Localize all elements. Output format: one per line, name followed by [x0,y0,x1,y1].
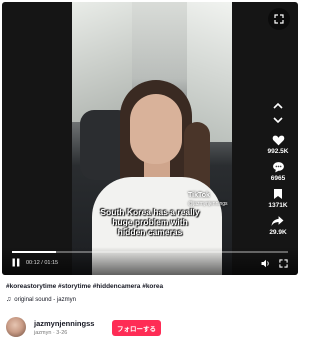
person-face [130,94,182,164]
controls-left: 00:12 / 01:15 [12,258,58,267]
fullscreen-icon[interactable] [279,259,288,268]
watermark-brand: TikTok [188,192,210,199]
prev-video-button[interactable] [273,102,283,110]
share-count: 29.9K [269,229,287,236]
play-pause-icon[interactable] [12,258,20,267]
tiktok-watermark: TikTok @jazmynjennings [188,192,228,208]
car-window-right [187,2,232,142]
video-caption: South Korea has a really huge problem wi… [100,207,200,237]
next-video-button[interactable] [273,116,283,124]
expand-icon [274,14,284,24]
time-display: 00:12 / 01:15 [26,259,59,266]
author-subtitle: jazmyn · 3-26 [34,329,68,336]
author-name[interactable]: jazmynjenningss [34,319,94,328]
save-count: 1371K [268,202,288,209]
watermark-handle: @jazmynjennings [188,201,228,207]
author-text: jazmynjenningss jazmyn · 3-26 [34,319,94,336]
comment-button[interactable]: 6965 [271,161,285,182]
heart-icon [272,135,284,146]
share-icon [272,216,284,226]
save-button[interactable]: 1371K [268,188,288,209]
player-controls: 00:12 / 01:15 [2,247,298,275]
controls-right [253,259,288,268]
follow-button[interactable]: フォローする [112,320,161,336]
like-button[interactable]: 992.5K [267,134,289,155]
music-note-icon: ♫ [6,296,12,303]
chevron-down-icon [273,117,283,124]
author-info[interactable]: jazmynjenningss jazmyn · 3-26 [6,317,94,337]
progress-bar[interactable] [12,251,288,253]
comment-count: 6965 [270,175,286,182]
avatar[interactable] [6,317,26,337]
share-button[interactable]: 29.9K [269,215,287,236]
comment-icon [272,162,284,173]
volume-icon[interactable] [261,259,271,268]
bookmark-icon [274,189,282,199]
tiktok-embed: South Korea has a really huge problem wi… [0,0,300,342]
expand-button[interactable] [268,8,290,30]
like-count: 992.5K [267,148,289,155]
sound-label: original sound - jazmyn [14,296,76,303]
action-sidebar: 992.5K 6965 1371K 29.9K [263,102,293,242]
sound-link[interactable]: ♫ original sound - jazmyn [6,296,76,303]
progress-fill [12,251,57,253]
post-hashtags[interactable]: #koreastorytime #storytime #hiddencamera… [6,283,163,290]
video-player[interactable]: South Korea has a really huge problem wi… [2,2,298,275]
chevron-up-icon [273,102,283,109]
